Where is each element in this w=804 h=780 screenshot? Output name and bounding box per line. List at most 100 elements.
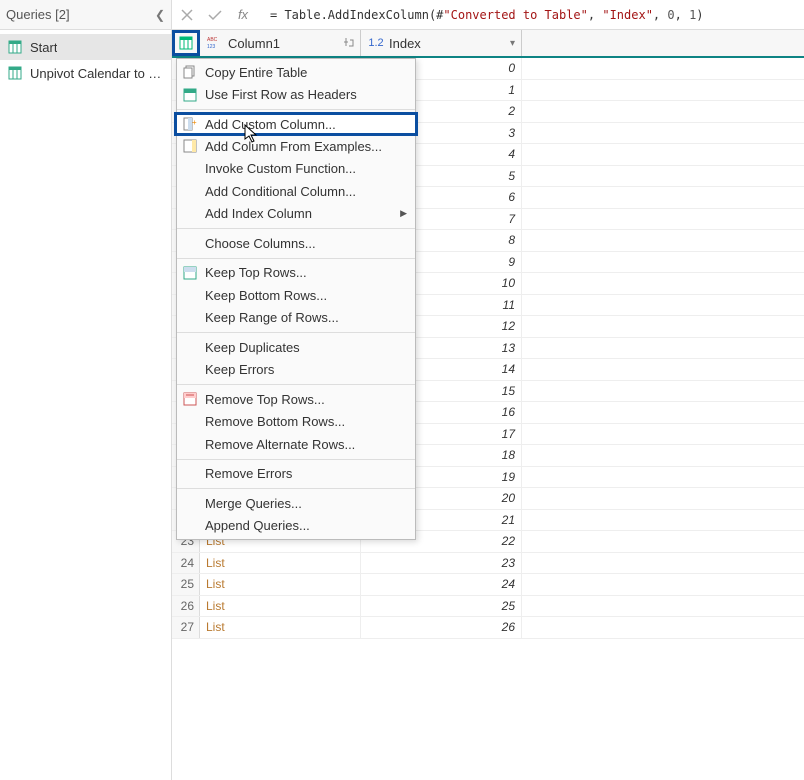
menu-item[interactable]: Remove Bottom Rows... bbox=[177, 411, 415, 434]
commit-formula-button[interactable] bbox=[204, 4, 226, 26]
blank-icon bbox=[181, 495, 199, 511]
menu-item-label: Add Custom Column... bbox=[205, 117, 407, 132]
row-number: 26 bbox=[172, 596, 200, 617]
table-icon bbox=[8, 66, 22, 80]
table-row[interactable]: 24List23 bbox=[172, 553, 804, 575]
menu-item[interactable]: Use First Row as Headers bbox=[177, 84, 415, 107]
query-item[interactable]: Unpivot Calendar to T... bbox=[0, 60, 171, 86]
menu-item-label: Keep Range of Rows... bbox=[205, 310, 407, 325]
menu-item[interactable]: Keep Top Rows... bbox=[177, 262, 415, 285]
column-header-index[interactable]: 1.2 Index ▾ bbox=[361, 30, 522, 56]
table-header-row: ABC123 Column1 1.2 Index ▾ bbox=[172, 30, 804, 58]
menu-separator bbox=[177, 384, 415, 385]
row-number: 25 bbox=[172, 574, 200, 595]
menu-item[interactable]: Choose Columns... bbox=[177, 232, 415, 255]
menu-item-label: Remove Top Rows... bbox=[205, 392, 407, 407]
svg-text:+: + bbox=[192, 118, 197, 127]
select-all-corner[interactable] bbox=[172, 30, 200, 56]
column-header-column1[interactable]: ABC123 Column1 bbox=[200, 30, 361, 56]
menu-item-label: Add Index Column bbox=[205, 206, 394, 221]
blank-icon bbox=[181, 362, 199, 378]
column1-expand-icon[interactable] bbox=[338, 36, 354, 51]
cancel-formula-button[interactable] bbox=[176, 4, 198, 26]
index-dropdown-icon[interactable]: ▾ bbox=[499, 38, 515, 49]
menu-item[interactable]: Remove Alternate Rows... bbox=[177, 433, 415, 456]
menu-item[interactable]: Remove Top Rows... bbox=[177, 388, 415, 411]
addex-icon bbox=[181, 138, 199, 154]
menu-separator bbox=[177, 332, 415, 333]
menu-item[interactable]: Keep Duplicates bbox=[177, 336, 415, 359]
blank-icon bbox=[181, 436, 199, 452]
blank-icon bbox=[181, 339, 199, 355]
blank-icon bbox=[181, 466, 199, 482]
menu-separator bbox=[177, 488, 415, 489]
menu-item-label: Add Column From Examples... bbox=[205, 139, 407, 154]
menu-item[interactable]: Add Conditional Column... bbox=[177, 180, 415, 203]
type-number-icon: 1.2 bbox=[367, 37, 385, 49]
menu-item[interactable]: Add Index Column ▶ bbox=[177, 203, 415, 226]
addcol-icon: + bbox=[181, 116, 199, 132]
collapse-icon[interactable]: ❮ bbox=[155, 8, 165, 22]
menu-separator bbox=[177, 459, 415, 460]
table-context-menu: Copy Entire Table Use First Row as Header… bbox=[176, 58, 416, 540]
queries-list: StartUnpivot Calendar to T... bbox=[0, 30, 171, 86]
formula-bar: fx = Table.AddIndexColumn(#"Converted to… bbox=[172, 0, 804, 30]
cell-column1[interactable]: List bbox=[200, 553, 361, 574]
svg-text:ABC: ABC bbox=[207, 37, 218, 43]
submenu-arrow-icon: ▶ bbox=[400, 208, 407, 219]
blank-icon bbox=[181, 206, 199, 222]
blank-icon bbox=[181, 235, 199, 251]
column1-label: Column1 bbox=[228, 36, 334, 51]
menu-item[interactable]: Remove Errors bbox=[177, 463, 415, 486]
menu-item[interactable]: Keep Errors bbox=[177, 359, 415, 382]
blank-icon bbox=[181, 183, 199, 199]
cell-column1[interactable]: List bbox=[200, 617, 361, 638]
table-row[interactable]: 25List24 bbox=[172, 574, 804, 596]
menu-item[interactable]: + Add Custom Column... bbox=[174, 112, 418, 136]
menu-item-label: Use First Row as Headers bbox=[205, 87, 407, 102]
remove-icon bbox=[181, 391, 199, 407]
type-any-icon: ABC123 bbox=[206, 35, 224, 51]
menu-separator bbox=[177, 109, 415, 110]
copy-icon bbox=[181, 64, 199, 80]
menu-item[interactable]: Keep Bottom Rows... bbox=[177, 284, 415, 307]
menu-item[interactable]: Append Queries... bbox=[177, 515, 415, 538]
cell-index[interactable]: 24 bbox=[361, 574, 522, 595]
table-row[interactable]: 27List26 bbox=[172, 617, 804, 639]
menu-item-label: Merge Queries... bbox=[205, 496, 407, 511]
row-number: 27 bbox=[172, 617, 200, 638]
keep-icon bbox=[181, 265, 199, 281]
table-row[interactable]: 26List25 bbox=[172, 596, 804, 618]
menu-separator bbox=[177, 228, 415, 229]
menu-item[interactable]: Copy Entire Table bbox=[177, 61, 415, 84]
index-label: Index bbox=[389, 36, 495, 51]
menu-item-label: Choose Columns... bbox=[205, 236, 407, 251]
svg-text:123: 123 bbox=[207, 44, 216, 50]
queries-title: Queries [2] bbox=[6, 7, 70, 22]
menu-item[interactable]: Add Column From Examples... bbox=[177, 135, 415, 158]
menu-item[interactable]: Invoke Custom Function... bbox=[177, 158, 415, 181]
menu-item-label: Invoke Custom Function... bbox=[205, 161, 407, 176]
menu-item-label: Keep Duplicates bbox=[205, 340, 407, 355]
header-icon bbox=[181, 87, 199, 103]
menu-item-label: Add Conditional Column... bbox=[205, 184, 407, 199]
queries-header: Queries [2] ❮ bbox=[0, 0, 171, 30]
menu-separator bbox=[177, 258, 415, 259]
cell-column1[interactable]: List bbox=[200, 574, 361, 595]
query-item[interactable]: Start bbox=[0, 34, 171, 60]
blank-icon bbox=[181, 310, 199, 326]
menu-item-label: Remove Errors bbox=[205, 466, 407, 481]
cell-index[interactable]: 23 bbox=[361, 553, 522, 574]
table-icon bbox=[8, 40, 22, 54]
blank-icon bbox=[181, 414, 199, 430]
formula-text[interactable]: = Table.AddIndexColumn(#"Converted to Ta… bbox=[260, 8, 800, 22]
fx-icon[interactable]: fx bbox=[232, 4, 254, 26]
menu-item[interactable]: Keep Range of Rows... bbox=[177, 307, 415, 330]
cell-index[interactable]: 25 bbox=[361, 596, 522, 617]
cell-index[interactable]: 26 bbox=[361, 617, 522, 638]
cell-column1[interactable]: List bbox=[200, 596, 361, 617]
menu-item-label: Keep Bottom Rows... bbox=[205, 288, 407, 303]
menu-item-label: Keep Top Rows... bbox=[205, 265, 407, 280]
menu-item[interactable]: Merge Queries... bbox=[177, 492, 415, 515]
menu-item-label: Remove Alternate Rows... bbox=[205, 437, 407, 452]
